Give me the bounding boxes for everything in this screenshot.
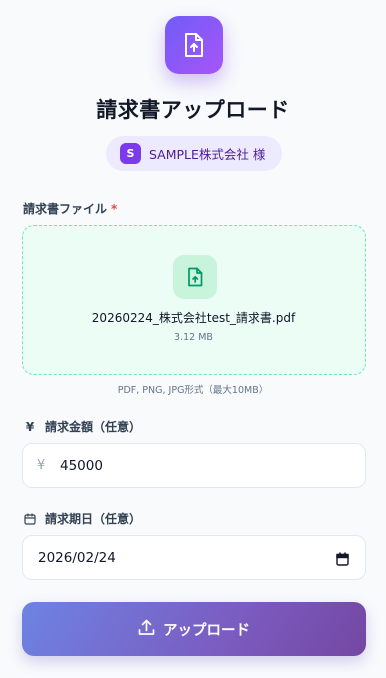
amount-label-text: 請求金額（任意） [45,420,142,434]
file-upload-icon [173,255,217,299]
file-size: 3.12 MB [174,332,213,343]
yen-icon: ¥ [25,419,35,434]
date-value: 2026/02/24 [38,549,116,566]
date-input[interactable]: 2026/02/24 [22,535,366,580]
amount-prefix: ¥ [37,458,46,473]
date-label-text: 請求期日（任意） [45,512,142,526]
upload-icon [138,619,155,640]
file-name: 20260224_株式会社test_請求書.pdf [91,311,296,325]
amount-input[interactable]: ¥ 45000 [22,443,366,488]
file-dropzone[interactable]: 20260224_株式会社test_請求書.pdf 3.12 MB [22,225,366,375]
amount-field-label: ¥ 請求金額（任意） [23,418,141,435]
company-badge: S SAMPLE株式会社 様 [106,136,282,171]
company-name: SAMPLE株式会社 様 [149,147,266,162]
file-field-label: 請求書ファイル * [23,200,117,217]
app-upload-icon [165,16,223,74]
page-title: 請求書アップロード [96,98,290,122]
date-picker-icon[interactable] [336,551,349,570]
calendar-icon [23,512,37,525]
required-mark: * [111,201,118,216]
file-format-hint: PDF, PNG, JPG形式（最大10MB） [117,385,269,396]
date-field-label: 請求期日（任意） [23,510,141,527]
upload-button-label: アップロード [163,622,250,639]
file-label-text: 請求書ファイル [23,202,108,216]
upload-button[interactable]: アップロード [22,602,366,656]
company-avatar: S [120,143,141,164]
amount-value: 45000 [60,457,103,474]
